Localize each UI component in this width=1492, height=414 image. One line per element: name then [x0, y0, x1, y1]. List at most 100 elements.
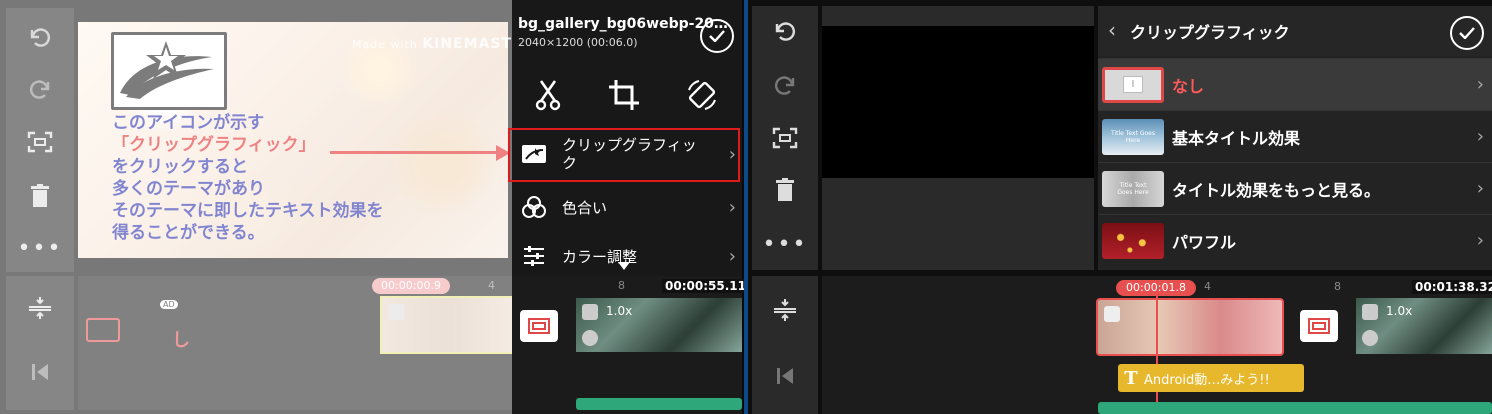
menu-tint[interactable]: 色合い › [520, 185, 736, 229]
thumb-text: Title Text Goes Here [1117, 181, 1149, 196]
fullscreen-button[interactable] [752, 114, 818, 162]
film-icon [582, 304, 598, 320]
crop-icon [609, 80, 639, 110]
star-logo-icon [120, 41, 214, 99]
left-timeline-toolbar [6, 276, 74, 410]
kinemaster-logo [111, 32, 227, 110]
annotation-line-4: 多くのテーマがあり [112, 179, 265, 199]
undo-button[interactable] [752, 8, 818, 56]
highlight-box [508, 128, 740, 182]
graphic-option-powerful[interactable]: パワフル › [1098, 214, 1492, 266]
thumb-text: Title Text Goes Here [1111, 129, 1155, 144]
jump-start-button[interactable] [752, 352, 818, 400]
text-clip-label: Android動…みよう!! [1144, 372, 1270, 388]
redo-button[interactable] [752, 62, 818, 110]
annotation-line-5: そのテーマに即したテキスト効果を [112, 201, 384, 221]
option-label: タイトル効果をもっと見る。 [1172, 180, 1381, 200]
timeline-expand-button[interactable] [752, 286, 818, 334]
more-icon: ••• [17, 235, 63, 261]
annotation-line-3: をクリックすると [112, 157, 248, 177]
expand-vertical-icon [29, 297, 51, 319]
delete-button[interactable] [752, 166, 818, 214]
effect-icon [1362, 330, 1378, 346]
text-layer-clip[interactable]: T Android動…みよう!! [1118, 364, 1304, 392]
tick-label: 4 [488, 279, 495, 292]
chevron-right-icon: › [728, 196, 736, 218]
color-adjust-icon [520, 244, 548, 268]
skip-start-icon [777, 368, 793, 384]
redo-button[interactable] [6, 66, 74, 114]
tick-label: 8 [618, 279, 625, 292]
undo-button[interactable] [6, 14, 74, 62]
clip-graphic-placeholder-icon [86, 318, 120, 342]
delete-button[interactable] [6, 172, 74, 220]
expand-vertical-icon [774, 299, 796, 321]
audio-track[interactable] [576, 398, 742, 410]
speed-label: 1.0x [606, 304, 633, 318]
color-tint-icon [520, 195, 548, 219]
watermark: Made with KINEMASTER [352, 36, 534, 52]
chevron-right-icon: › [728, 245, 736, 267]
file-meta: 2040×1200 (00:06.0) [518, 36, 638, 49]
annotation-arrow [330, 151, 498, 154]
capture-icon [27, 131, 53, 153]
total-time: 00:00:55.11 [662, 279, 749, 293]
option-thumbnail: I [1102, 66, 1164, 103]
selected-image-clip[interactable] [380, 296, 516, 354]
trash-icon [776, 178, 794, 201]
tick-label: 8 [1334, 280, 1341, 293]
watermark-prefix: Made with [352, 38, 423, 51]
done-button[interactable] [1450, 16, 1484, 50]
check-icon [1459, 27, 1475, 39]
done-button[interactable] [700, 19, 734, 53]
selected-image-clip[interactable] [1096, 298, 1284, 356]
graphic-option-more-titles[interactable]: Title Text Goes Here タイトル効果をもっと見る。 › [1098, 162, 1492, 214]
left-toolbar: ••• [6, 8, 74, 272]
chevron-right-icon: › [1476, 126, 1484, 147]
menu-label: 色合い [562, 198, 608, 217]
text-layer-glyph: し [172, 330, 190, 351]
fullscreen-button[interactable] [6, 118, 74, 166]
capture-icon [772, 127, 798, 149]
option-thumbnail: Title Text Goes Here [1102, 170, 1164, 207]
timeline-expand-button[interactable] [6, 284, 74, 332]
current-time: 00:00:00.9 [372, 278, 450, 294]
jump-start-button[interactable] [6, 348, 74, 396]
more-button[interactable]: ••• [6, 224, 74, 272]
total-time: 00:01:38.32 [1412, 280, 1492, 294]
more-button[interactable]: ••• [752, 220, 818, 268]
audio-track[interactable] [1098, 402, 1492, 414]
video-clip[interactable] [576, 298, 742, 352]
graphic-option-none[interactable]: I なし › [1098, 58, 1492, 110]
effect-icon [582, 330, 598, 346]
more-icon: ••• [762, 231, 808, 257]
file-title: bg_gallery_bg06webp-20… [518, 16, 728, 32]
option-thumbnail: Title Text Goes Here [1102, 118, 1164, 155]
panel-title: クリップグラフィック [1130, 23, 1290, 42]
back-chevron-icon[interactable]: ‹ [1108, 18, 1116, 42]
frame-icon [1308, 318, 1330, 334]
crop-button[interactable] [586, 66, 662, 124]
graphic-option-basic-title[interactable]: Title Text Goes Here 基本タイトル効果 › [1098, 110, 1492, 162]
skip-start-icon [32, 364, 48, 380]
chevron-right-icon: › [1476, 178, 1484, 199]
check-icon [709, 30, 725, 42]
clip-graphic-marker[interactable] [1300, 310, 1338, 342]
tick-label: 4 [1204, 280, 1211, 293]
chevron-right-icon: › [1476, 74, 1484, 95]
rotate-button[interactable] [664, 66, 740, 124]
text-layer-icon: T [1124, 367, 1138, 389]
video-clip[interactable] [1356, 298, 1492, 354]
menu-color-adjust[interactable]: カラー調整 › [520, 234, 736, 278]
option-label: パワフル [1172, 232, 1237, 252]
film-icon [1362, 304, 1378, 320]
frame-icon [528, 318, 550, 334]
option-label: 基本タイトル効果 [1172, 128, 1301, 148]
playhead[interactable] [1156, 290, 1158, 414]
image-icon [388, 304, 404, 320]
annotation-line-6: 得ることができる。 [112, 223, 265, 243]
clip-graphic-marker[interactable] [520, 310, 558, 342]
image-icon [1104, 306, 1120, 322]
trim-button[interactable] [510, 66, 586, 124]
undo-icon [775, 22, 795, 41]
